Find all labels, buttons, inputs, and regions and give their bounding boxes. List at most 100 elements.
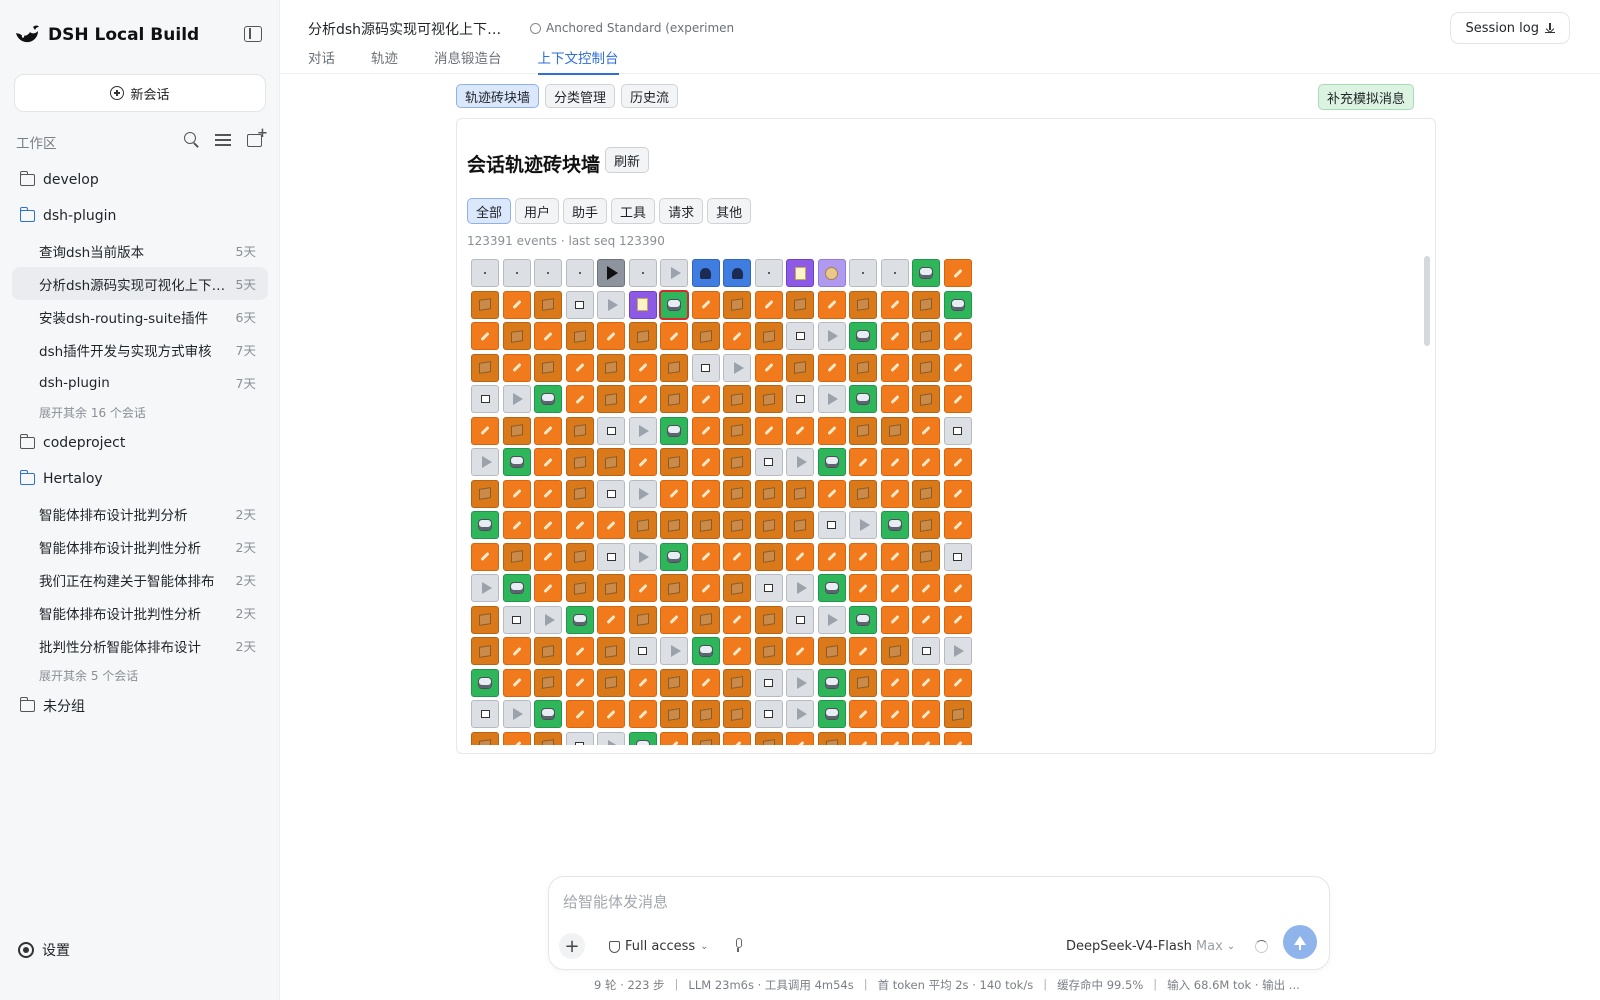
- brick-robot-icon[interactable]: [817, 574, 846, 602]
- brick-package-icon[interactable]: [660, 668, 688, 697]
- tab-3[interactable]: 上下文控制台: [537, 47, 619, 75]
- brick-wrench-icon[interactable]: [471, 322, 499, 350]
- brick-robot-icon[interactable]: [880, 511, 909, 539]
- brick-wrench-icon[interactable]: [880, 479, 909, 508]
- brick-wrench-icon[interactable]: [628, 574, 657, 602]
- brick-package-icon[interactable]: [471, 479, 499, 508]
- brick-wrench-icon[interactable]: [817, 479, 846, 508]
- brick-square-icon[interactable]: [912, 637, 940, 665]
- brick-package-icon[interactable]: [880, 416, 909, 445]
- brick-package-icon[interactable]: [691, 605, 720, 634]
- brick-robot-icon[interactable]: [660, 542, 688, 571]
- brick-package-icon[interactable]: [723, 385, 751, 413]
- brick-clock-icon[interactable]: [817, 259, 846, 287]
- brick-wrench-icon[interactable]: [723, 637, 751, 665]
- brick-play-icon[interactable]: [597, 731, 625, 745]
- brick-package-icon[interactable]: [849, 416, 877, 445]
- brick-wrench-icon[interactable]: [817, 416, 846, 445]
- brick-wrench-icon[interactable]: [943, 353, 972, 382]
- brick-wrench-icon[interactable]: [849, 574, 877, 602]
- session-item[interactable]: dsh插件开发与实现方式审核 7天: [12, 333, 268, 366]
- brick-dot-icon[interactable]: [565, 259, 594, 287]
- brick-robot-icon[interactable]: [849, 322, 877, 350]
- brick-package-icon[interactable]: [817, 637, 846, 665]
- brick-square-icon[interactable]: [786, 385, 814, 413]
- brick-wrench-icon[interactable]: [597, 700, 625, 728]
- brick-package-icon[interactable]: [597, 353, 625, 382]
- brick-square-icon[interactable]: [943, 542, 972, 571]
- brick-wrench-icon[interactable]: [912, 731, 940, 745]
- brick-package-icon[interactable]: [943, 700, 972, 728]
- brick-wrench-icon[interactable]: [691, 290, 720, 319]
- brick-wrench-icon[interactable]: [534, 448, 562, 476]
- brick-wrench-icon[interactable]: [628, 668, 657, 697]
- filter-chip-5[interactable]: 其他: [707, 198, 752, 224]
- model-selector[interactable]: DeepSeek-V4-Flash Max ⌄: [1066, 939, 1235, 954]
- filter-chip-2[interactable]: 助手: [563, 198, 608, 224]
- brick-wrench-icon[interactable]: [534, 542, 562, 571]
- brick-wrench-icon[interactable]: [880, 322, 909, 350]
- filter-chip-4[interactable]: 请求: [659, 198, 704, 224]
- brick-wrench-icon[interactable]: [723, 731, 751, 745]
- brick-wrench-icon[interactable]: [628, 353, 657, 382]
- brick-package-icon[interactable]: [660, 353, 688, 382]
- brick-robot-icon[interactable]: [534, 700, 562, 728]
- brick-square-icon[interactable]: [565, 731, 594, 745]
- brick-wrench-icon[interactable]: [880, 290, 909, 319]
- brick-wrench-icon[interactable]: [660, 731, 688, 745]
- brick-wrench-icon[interactable]: [502, 637, 531, 665]
- brick-wrench-icon[interactable]: [754, 416, 783, 445]
- brick-robot-icon[interactable]: [659, 289, 689, 320]
- brick-package-icon[interactable]: [597, 385, 625, 413]
- brick-robot-icon[interactable]: [502, 574, 531, 602]
- brick-package-icon[interactable]: [597, 637, 625, 665]
- brick-wrench-icon[interactable]: [502, 731, 531, 745]
- brick-wrench-icon[interactable]: [912, 448, 940, 476]
- brick-dot-icon[interactable]: [880, 259, 909, 287]
- brick-wrench-icon[interactable]: [943, 322, 972, 350]
- brick-wrench-icon[interactable]: [660, 322, 688, 350]
- brick-wrench-icon[interactable]: [597, 511, 625, 539]
- brick-wrench-icon[interactable]: [817, 542, 846, 571]
- brick-robot-icon[interactable]: [628, 731, 657, 745]
- brick-play-icon[interactable]: [849, 511, 877, 539]
- brick-package-icon[interactable]: [565, 542, 594, 571]
- brick-square-icon[interactable]: [597, 416, 625, 445]
- brick-wrench-icon[interactable]: [723, 322, 751, 350]
- brick-package-icon[interactable]: [628, 605, 657, 634]
- brick-wrench-icon[interactable]: [849, 700, 877, 728]
- folder-3[interactable]: Hertaloy: [12, 461, 268, 497]
- brick-robot-icon[interactable]: [471, 668, 499, 697]
- brick-package-icon[interactable]: [786, 479, 814, 508]
- brick-package-icon[interactable]: [565, 448, 594, 476]
- brick-package-icon[interactable]: [723, 448, 751, 476]
- view-tab-0[interactable]: 轨迹砖块墙: [456, 84, 540, 108]
- brick-play-icon[interactable]: [502, 700, 531, 728]
- brick-package-icon[interactable]: [502, 542, 531, 571]
- brick-wrench-icon[interactable]: [849, 731, 877, 745]
- brick-robot-icon[interactable]: [943, 290, 972, 319]
- filter-icon[interactable]: [214, 130, 232, 148]
- brick-package-icon[interactable]: [565, 479, 594, 508]
- brick-wrench-icon[interactable]: [880, 731, 909, 745]
- brick-play-icon[interactable]: [723, 353, 751, 382]
- brick-wrench-icon[interactable]: [471, 542, 499, 571]
- brick-square-icon[interactable]: [786, 322, 814, 350]
- brick-package-icon[interactable]: [597, 668, 625, 697]
- brick-wrench-icon[interactable]: [534, 322, 562, 350]
- brick-package-icon[interactable]: [849, 668, 877, 697]
- brick-package-icon[interactable]: [597, 574, 625, 602]
- brick-package-icon[interactable]: [912, 290, 940, 319]
- session-item[interactable]: 智能体排布设计批判分析 2天: [12, 497, 268, 530]
- brick-package-icon[interactable]: [723, 574, 751, 602]
- brick-square-icon[interactable]: [754, 574, 783, 602]
- brick-wrench-icon[interactable]: [943, 731, 972, 745]
- brick-play-icon[interactable]: [660, 637, 688, 665]
- brick-wrench-icon[interactable]: [597, 605, 625, 634]
- brick-package-icon[interactable]: [660, 700, 688, 728]
- brick-wrench-icon[interactable]: [754, 353, 783, 382]
- brick-robot-icon[interactable]: [912, 259, 940, 287]
- brick-package-icon[interactable]: [723, 416, 751, 445]
- brick-wrench-icon[interactable]: [565, 353, 594, 382]
- brick-dot-icon[interactable]: [849, 259, 877, 287]
